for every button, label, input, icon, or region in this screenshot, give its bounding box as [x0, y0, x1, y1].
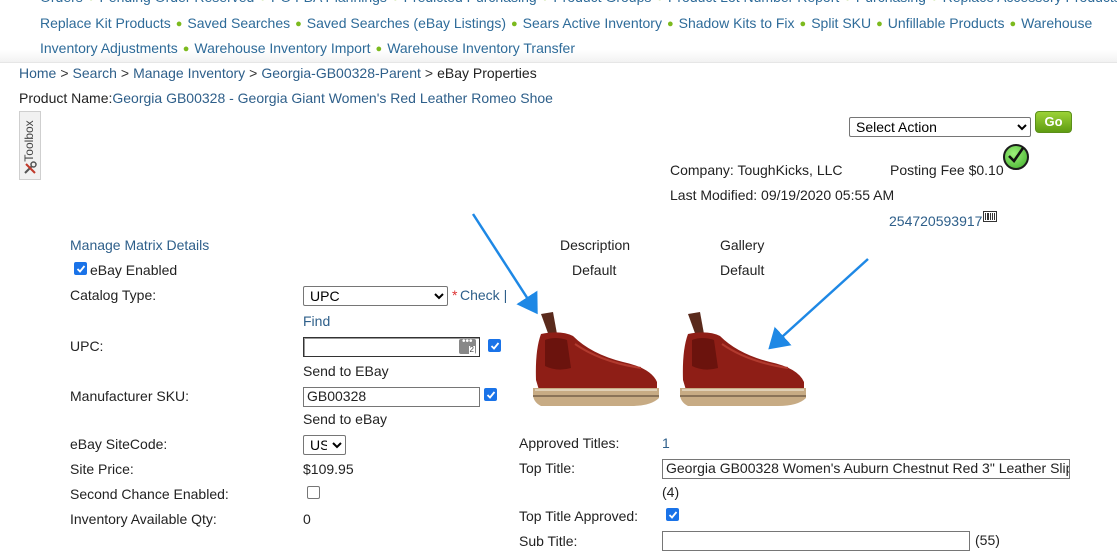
top-title-label: Top Title:: [519, 460, 576, 476]
annotation-arrows: [471, 213, 869, 350]
top-title-approved-label: Top Title Approved:: [519, 508, 639, 524]
sub-title-label: Sub Title:: [519, 533, 578, 549]
top-title-input[interactable]: Georgia GB00328 Women's Auburn Chestnut …: [662, 459, 1070, 479]
approved-titles-label: Approved Titles:: [519, 435, 620, 451]
top-title-count: (4): [662, 484, 680, 500]
arrow-to-description-image: [471, 213, 538, 315]
top-title-approved-checkbox[interactable]: [666, 508, 679, 521]
sub-title-count: (55): [975, 532, 1000, 548]
approved-titles-count-link[interactable]: 1: [662, 435, 670, 451]
arrow-to-gallery-image: [768, 258, 869, 350]
sub-title-input[interactable]: [662, 531, 970, 551]
